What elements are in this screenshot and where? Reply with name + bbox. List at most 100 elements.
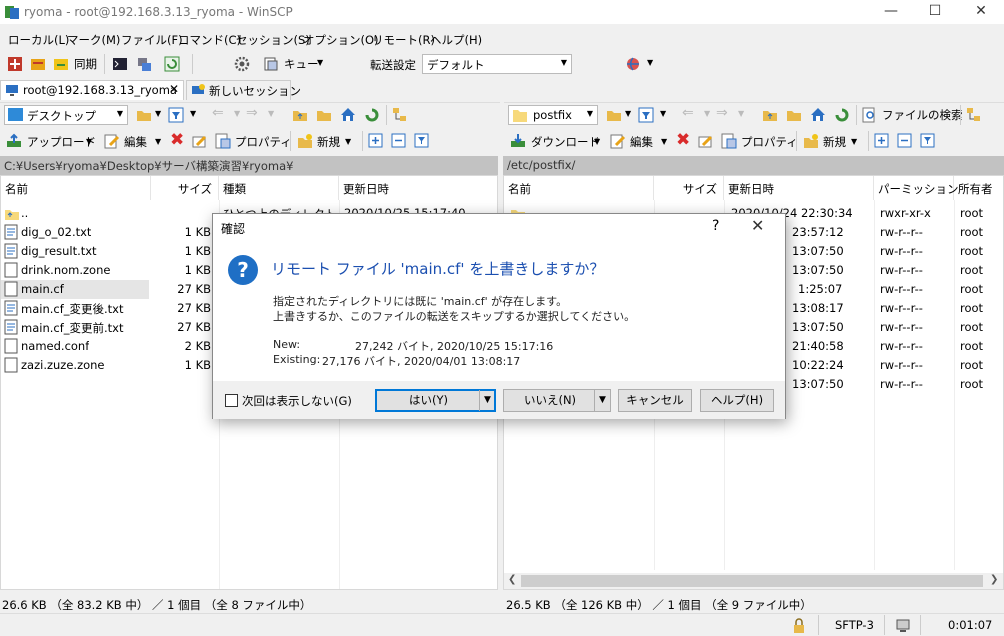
menu-option[interactable]: オプション(O): [303, 32, 379, 48]
parent-dir-icon[interactable]: [762, 107, 778, 123]
scroll-right-icon[interactable]: ❯: [990, 574, 998, 585]
find-files-button[interactable]: ファイルの検索: [882, 107, 963, 123]
select-filter-icon[interactable]: [414, 133, 430, 149]
tree-view-icon[interactable]: [392, 107, 408, 123]
filter-icon[interactable]: [168, 107, 184, 123]
dont-show-checkbox[interactable]: [225, 394, 238, 407]
download-button[interactable]: ダウンロード: [531, 134, 600, 150]
col-date[interactable]: 更新日時: [339, 176, 497, 200]
col-permissions[interactable]: パーミッション: [874, 176, 959, 200]
back-dropdown-icon[interactable]: ▼: [704, 109, 710, 118]
compare-icon[interactable]: [30, 56, 46, 72]
maximize-button[interactable]: ☐: [912, 0, 958, 24]
forward-arrow-icon[interactable]: ⇒: [716, 105, 728, 121]
queue-dropdown-icon[interactable]: ▼: [317, 58, 323, 67]
forward-arrow-icon[interactable]: ⇒: [246, 105, 258, 121]
putty-icon[interactable]: [136, 56, 152, 72]
back-arrow-icon[interactable]: ⇐: [212, 105, 224, 121]
globe-dropdown-icon[interactable]: ▼: [647, 58, 653, 67]
menu-local[interactable]: ローカル(L): [8, 32, 69, 48]
open-folder-dropdown-icon[interactable]: ▼: [155, 109, 161, 118]
properties-button[interactable]: プロパティ: [235, 134, 292, 150]
refresh-icon[interactable]: [834, 107, 850, 123]
queue-label[interactable]: キュー: [284, 56, 319, 72]
queue-icon[interactable]: [263, 56, 279, 72]
new-dropdown-icon[interactable]: ▼: [851, 137, 857, 146]
refresh-icon[interactable]: [164, 56, 180, 72]
select-plus-icon[interactable]: [368, 133, 384, 149]
col-owner[interactable]: 所有者: [954, 176, 1003, 200]
filter-dropdown-icon[interactable]: ▼: [190, 109, 196, 118]
right-location-select[interactable]: postfix ▼: [508, 105, 598, 125]
globe-icon[interactable]: [625, 56, 641, 72]
new-dropdown-icon[interactable]: ▼: [345, 137, 351, 146]
back-dropdown-icon[interactable]: ▼: [234, 109, 240, 118]
menu-session[interactable]: セッション(S): [236, 32, 310, 48]
edit-button[interactable]: 編集: [630, 134, 653, 150]
right-path-bar[interactable]: /etc/postfix/: [503, 156, 1004, 175]
parent-dir-icon[interactable]: [292, 107, 308, 123]
col-type[interactable]: 種類: [219, 176, 339, 200]
forward-dropdown-icon[interactable]: ▼: [738, 109, 744, 118]
filter-dropdown-icon[interactable]: ▼: [660, 109, 666, 118]
home-icon[interactable]: [810, 107, 826, 123]
minimize-button[interactable]: —: [868, 0, 914, 24]
filter-icon[interactable]: [638, 107, 654, 123]
left-path-bar[interactable]: C:¥Users¥ryoma¥Desktop¥サーバ構築演習¥ryoma¥: [0, 156, 498, 175]
new-button[interactable]: 新規: [823, 134, 846, 150]
cancel-button[interactable]: キャンセル: [618, 389, 692, 412]
open-folder-icon[interactable]: [136, 107, 152, 123]
new-button[interactable]: 新規: [317, 134, 340, 150]
menu-help[interactable]: ヘルプ(H): [430, 32, 482, 48]
sync-label[interactable]: 同期: [74, 56, 97, 72]
properties-button[interactable]: プロパティ: [741, 134, 798, 150]
menu-mark[interactable]: マーク(M): [67, 32, 120, 48]
download-dropdown-icon[interactable]: ▼: [594, 137, 600, 146]
menu-file[interactable]: ファイル(F): [121, 32, 183, 48]
back-arrow-icon[interactable]: ⇐: [682, 105, 694, 121]
select-plus-icon[interactable]: [874, 133, 890, 149]
refresh-icon[interactable]: [364, 107, 380, 123]
root-dir-icon[interactable]: [316, 107, 332, 123]
upload-dropdown-icon[interactable]: ▼: [86, 137, 92, 146]
dont-show-label[interactable]: 次回は表示しない(G): [242, 393, 352, 409]
scrollbar-thumb[interactable]: [521, 575, 983, 587]
delete-icon[interactable]: ✖: [676, 130, 690, 150]
col-name[interactable]: 名前: [1, 176, 151, 200]
tab-new-session[interactable]: 新しいセッション: [186, 80, 301, 100]
scroll-left-icon[interactable]: ❮: [508, 574, 516, 585]
add-icon[interactable]: [7, 56, 23, 72]
sync-icon[interactable]: [53, 56, 69, 72]
help-button[interactable]: ヘルプ(H): [700, 389, 774, 412]
edit-button[interactable]: 編集: [124, 134, 147, 150]
menu-remote[interactable]: リモート(R): [372, 32, 435, 48]
select-minus-icon[interactable]: [897, 133, 913, 149]
edit-dropdown-icon[interactable]: ▼: [661, 137, 667, 146]
settings-gear-icon[interactable]: [234, 56, 250, 72]
transfer-settings-select[interactable]: デフォルト ▼: [422, 54, 572, 74]
forward-dropdown-icon[interactable]: ▼: [268, 109, 274, 118]
home-icon[interactable]: [340, 107, 356, 123]
edit-dropdown-icon[interactable]: ▼: [155, 137, 161, 146]
delete-icon[interactable]: ✖: [170, 130, 184, 150]
no-button[interactable]: いいえ(N) ▼: [503, 389, 611, 412]
tab-close-icon[interactable]: ✕: [169, 82, 179, 96]
tab-session-active[interactable]: root@192.168.3.13_ryoma ✕: [0, 80, 184, 100]
tree-view-icon[interactable]: [966, 107, 982, 123]
no-dropdown-icon[interactable]: ▼: [594, 390, 610, 411]
rename-icon[interactable]: [192, 133, 208, 149]
dialog-close-icon[interactable]: ✕: [751, 216, 764, 235]
menu-command[interactable]: コマンド(C): [178, 32, 241, 48]
yes-dropdown-icon[interactable]: ▼: [479, 390, 495, 411]
left-location-select[interactable]: デスクトップ ▼: [4, 105, 128, 125]
select-minus-icon[interactable]: [391, 133, 407, 149]
rename-icon[interactable]: [698, 133, 714, 149]
col-name[interactable]: 名前: [504, 176, 654, 200]
open-folder-dropdown-icon[interactable]: ▼: [625, 109, 631, 118]
open-folder-icon[interactable]: [606, 107, 622, 123]
yes-button[interactable]: はい(Y) ▼: [375, 389, 496, 412]
col-size[interactable]: サイズ: [151, 176, 219, 200]
select-filter-icon[interactable]: [920, 133, 936, 149]
root-dir-icon[interactable]: [786, 107, 802, 123]
table-row-selected[interactable]: main.cf: [1, 280, 149, 299]
